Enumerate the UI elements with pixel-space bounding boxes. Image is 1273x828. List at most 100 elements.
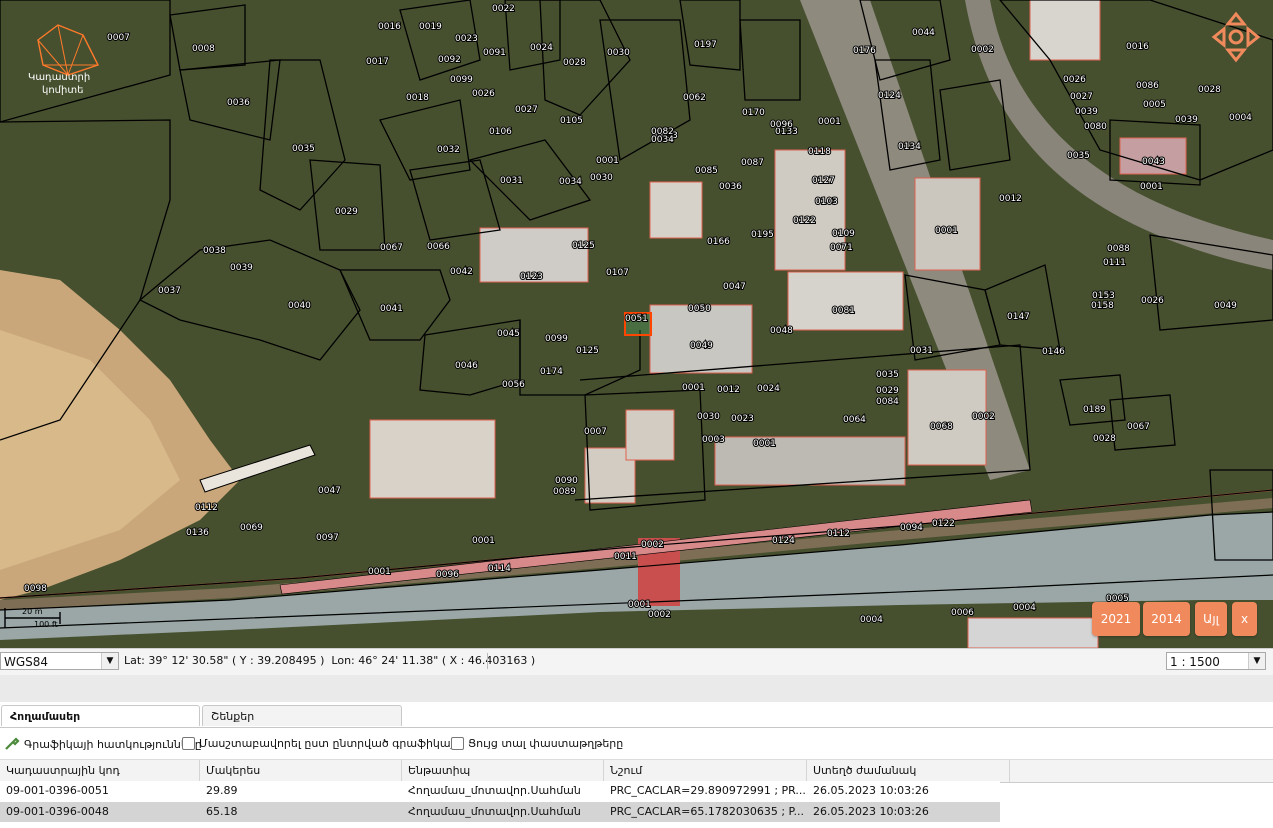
tab-buildings[interactable]: Շենքեր <box>202 705 402 726</box>
parcel-number-label: 0030 <box>607 48 630 58</box>
table-row[interactable]: 09-001-0396-0048 65.18 Հողամաս_մոտավոր.Ս… <box>0 802 1000 822</box>
col-subtype[interactable]: Ենթատիպ <box>402 760 604 782</box>
results-toolbar: Գրաֆիկայի հատկությունները Մասշտաբավորել … <box>0 733 1273 757</box>
parcel-number-label: 0097 <box>316 533 339 543</box>
parcel-number-label: 0004 <box>1013 603 1036 613</box>
parcel-number-label: 0038 <box>203 246 226 256</box>
parcel-number-label: 0023 <box>455 34 478 44</box>
parcel-number-label: 0158 <box>1091 301 1114 311</box>
parcel-number-label: 0099 <box>545 334 568 344</box>
projection-select[interactable]: WGS84 ▼ <box>0 652 119 670</box>
parcel-number-label: 0001 <box>935 226 958 236</box>
cell-created-time: 26.05.2023 10:03:26 <box>813 805 929 818</box>
parcel-number-label: 0103 <box>815 197 838 207</box>
parcel-number-label: 0125 <box>576 346 599 356</box>
satellite-map[interactable]: 20 m 100 ft 0007 0008 0016 0019 0022 0023 0024… <box>0 0 1273 648</box>
parcel-number-label: 0004 <box>860 615 883 625</box>
show-documents-checkbox[interactable] <box>451 737 464 750</box>
table-header: Կադաստրային կոդ Մակերես Ենթատիպ Նշում Ստ… <box>0 759 1273 783</box>
parcel-number-label: 0005 <box>1143 100 1166 110</box>
parcel-number-label: 0001 <box>628 600 651 610</box>
parcel-number-label: 0134 <box>898 142 921 152</box>
parcel-number-label: 0035 <box>876 370 899 380</box>
svg-text:Կադաստրի: Կադաստրի <box>28 72 90 83</box>
parcel-number-label: 0012 <box>717 385 740 395</box>
parcel-number-label: 0031 <box>500 176 523 186</box>
year-2021-button[interactable]: 2021 <box>1092 602 1140 636</box>
cell-cadastral-code: 09-001-0396-0048 <box>6 805 109 818</box>
col-cadastral-code[interactable]: Կադաստրային կոդ <box>0 760 200 782</box>
close-years-button[interactable]: x <box>1232 602 1257 636</box>
parcel-number-label: 0002 <box>971 45 994 55</box>
tab-parcels[interactable]: Հողամասեր <box>1 705 200 726</box>
building <box>1029 0 1101 61</box>
projection-value: WGS84 <box>4 655 49 669</box>
parcel-number-label: 0049 <box>690 341 713 351</box>
year-2014-button[interactable]: 2014 <box>1143 602 1190 636</box>
parcel-number-label: 0007 <box>107 33 130 43</box>
graphics-properties-button[interactable]: Գրաֆիկայի հատկությունները <box>4 737 202 751</box>
cell-cadastral-code: 09-001-0396-0051 <box>6 784 109 797</box>
parcel-number-label: 0039 <box>230 263 253 273</box>
parcel-number-label: 0031 <box>910 346 933 356</box>
parcel-number-label: 0030 <box>697 412 720 422</box>
parcel-number-label: 0086 <box>1136 81 1159 91</box>
col-note[interactable]: Նշում <box>604 760 807 782</box>
parcel-number-label: 0085 <box>695 166 718 176</box>
parcels-table: Կադաստրային կոդ Մակերես Ենթատիպ Նշում Ստ… <box>0 759 1273 828</box>
parcel-number-label: 0016 <box>378 22 401 32</box>
chevron-down-icon: ▼ <box>1248 653 1265 669</box>
parcel-number-label: 0048 <box>770 326 793 336</box>
parcel-number-label: 0024 <box>530 43 553 53</box>
parcel-number-label: 0022 <box>492 4 515 14</box>
parcel-number-label: 0098 <box>24 584 47 594</box>
other-years-button[interactable]: Այլ <box>1195 602 1227 636</box>
parcel-number-label: 0040 <box>288 301 311 311</box>
parcel-number-label: 0034 <box>559 177 582 187</box>
parcel-number-label: 0114 <box>488 564 511 574</box>
parcel-number-label: 0081 <box>832 306 855 316</box>
parcel-number-label: 0056 <box>502 380 525 390</box>
panel-splitter[interactable] <box>0 675 1273 702</box>
parcel-number-label: 0166 <box>707 237 730 247</box>
parcel-number-label: 0003 <box>702 435 725 445</box>
map-canvas[interactable]: 20 m 100 ft 0007 0008 0016 0019 0022 0023 0024… <box>0 0 1273 648</box>
zoom-to-selected-toggle[interactable]: Մասշտաբավորել ըստ ընտրված գրաֆիկայի <box>182 737 461 750</box>
graphics-properties-label: Գրաֆիկայի հատկությունները <box>24 737 202 751</box>
parcel-number-label: 0087 <box>741 158 764 168</box>
parcel-number-label: 0123 <box>520 272 543 282</box>
scale-label-metric: 20 m <box>22 607 43 616</box>
show-documents-toggle[interactable]: Ցույց տալ փաստաթղթերը <box>451 737 623 750</box>
parcel-number-label: 0050 <box>688 304 711 314</box>
cell-area: 65.18 <box>206 805 238 818</box>
table-row[interactable]: 09-001-0396-0051 29.89 Հողամաս_մոտավոր.Ս… <box>0 781 1000 801</box>
building <box>967 617 1099 648</box>
parcel-number-label: 0124 <box>878 91 901 101</box>
parcel-number-label: 0035 <box>1067 151 1090 161</box>
building <box>625 409 675 461</box>
cell-area: 29.89 <box>206 784 238 797</box>
col-created-time[interactable]: Ստեղծ ժամանակ <box>807 760 1010 782</box>
parcel-number-label: 0001 <box>818 117 841 127</box>
parcel-number-label: 0127 <box>812 176 835 186</box>
building <box>914 177 981 271</box>
parcel-number-label: 0174 <box>540 367 563 377</box>
wrench-icon <box>5 737 20 750</box>
parcel-number-label: 0068 <box>930 422 953 432</box>
parcel-number-label: 0107 <box>606 268 629 278</box>
col-area[interactable]: Մակերես <box>200 760 402 782</box>
parcel-number-label: 0176 <box>853 46 876 56</box>
cell-note: PRC_CACLAR=29.890972991 ; PR... <box>610 784 806 797</box>
building <box>369 419 496 499</box>
parcel-number-label: 0023 <box>731 414 754 424</box>
results-tabs: Հողամասեր Շենքեր <box>0 702 1273 728</box>
parcel-number-label: 0045 <box>497 329 520 339</box>
parcel-number-label: 0011 <box>614 552 637 562</box>
parcel-number-label: 0195 <box>751 230 774 240</box>
parcel-number-label: 0153 <box>1092 291 1115 301</box>
parcel-number-label: 0039 <box>1075 107 1098 117</box>
zoom-to-selected-checkbox[interactable] <box>182 737 195 750</box>
cell-created-time: 26.05.2023 10:03:26 <box>813 784 929 797</box>
scale-select[interactable]: 1 : 1500 ▼ <box>1166 652 1266 670</box>
coordinate-readout: Lat: 39° 12' 30.58" ( Y : 39.208495 ) Lo… <box>124 654 536 667</box>
